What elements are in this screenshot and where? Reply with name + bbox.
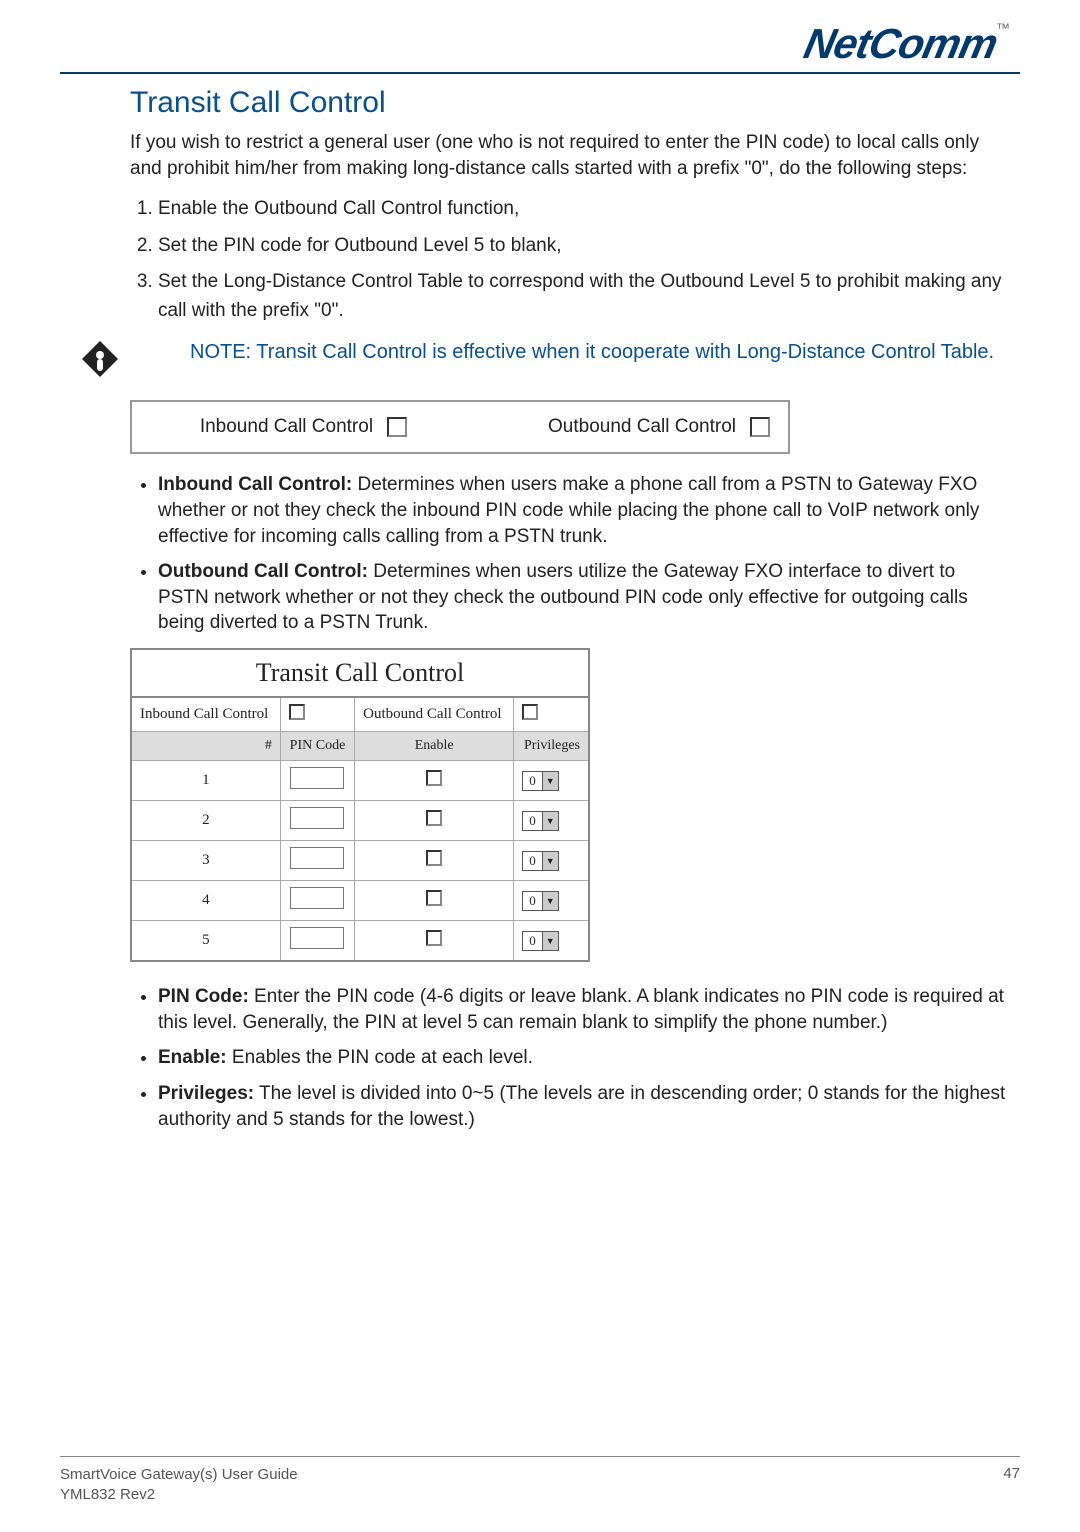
enable-checkbox[interactable]: [355, 881, 514, 921]
chevron-down-icon: ▼: [542, 892, 558, 910]
privileges-select[interactable]: 0▼: [514, 841, 589, 881]
pin-code-input[interactable]: [280, 921, 354, 962]
footer-doc-title: SmartVoice Gateway(s) User Guide: [60, 1465, 298, 1485]
privileges-select[interactable]: 0▼: [514, 881, 589, 921]
pin-code-input[interactable]: [280, 841, 354, 881]
transit-call-control-table-figure: Transit Call Control Inbound Call Contro…: [130, 648, 590, 962]
definition: Enables the PIN code at each level.: [227, 1047, 533, 1068]
enable-checkbox[interactable]: [355, 921, 514, 962]
page-footer: SmartVoice Gateway(s) User Guide YML832 …: [60, 1456, 1020, 1504]
enable-checkbox[interactable]: [355, 761, 514, 801]
term: PIN Code:: [158, 986, 249, 1007]
term: Outbound Call Control:: [158, 561, 368, 582]
row-number: 2: [131, 801, 280, 841]
brand-logo: NetComm: [800, 20, 1002, 68]
table-caption: Transit Call Control: [130, 648, 590, 696]
privileges-select[interactable]: 0▼: [514, 921, 589, 962]
enable-checkbox[interactable]: [355, 801, 514, 841]
col-header-enable: Enable: [355, 732, 514, 761]
header-divider: [60, 72, 1020, 74]
row-number: 4: [131, 881, 280, 921]
inbound-call-control-checkbox[interactable]: [381, 402, 425, 452]
list-item: Privileges: The level is divided into 0~…: [158, 1081, 1010, 1132]
list-item: PIN Code: Enter the PIN code (4-6 digits…: [158, 984, 1010, 1035]
row-number: 3: [131, 841, 280, 881]
page-number: 47: [1003, 1465, 1020, 1504]
list-item: Inbound Call Control: Determines when us…: [158, 472, 1010, 549]
step-item: Enable the Outbound Call Control functio…: [158, 195, 1010, 224]
definition: Enter the PIN code (4-6 digits or leave …: [158, 986, 1004, 1033]
warning-icon: [80, 339, 130, 384]
footer-doc-rev: YML832 Rev2: [60, 1485, 298, 1505]
step-item: Set the Long-Distance Control Table to c…: [158, 268, 1010, 325]
chevron-down-icon: ▼: [542, 772, 558, 790]
inbound-control-cell-checkbox[interactable]: [280, 697, 354, 732]
privileges-select[interactable]: 0▼: [514, 761, 589, 801]
definition: The level is divided into 0~5 (The level…: [158, 1083, 1005, 1130]
chevron-down-icon: ▼: [542, 812, 558, 830]
privileges-select[interactable]: 0▼: [514, 801, 589, 841]
header-logo-row: NetComm™: [60, 20, 1020, 68]
inbound-call-control-label: Inbound Call Control: [132, 402, 381, 452]
list-item: Outbound Call Control: Determines when u…: [158, 559, 1010, 636]
term: Enable:: [158, 1047, 227, 1068]
inbound-control-cell-label: Inbound Call Control: [131, 697, 280, 732]
outbound-call-control-label: Outbound Call Control: [425, 402, 744, 452]
intro-paragraph: If you wish to restrict a general user (…: [130, 130, 1010, 181]
step-item: Set the PIN code for Outbound Level 5 to…: [158, 232, 1010, 261]
row-number: 5: [131, 921, 280, 962]
list-item: Enable: Enables the PIN code at each lev…: [158, 1045, 1010, 1071]
col-header-privileges: Privileges: [514, 732, 589, 761]
steps-list: Enable the Outbound Call Control functio…: [158, 195, 1010, 325]
definition-list-2: PIN Code: Enter the PIN code (4-6 digits…: [158, 984, 1010, 1132]
pin-code-input[interactable]: [280, 761, 354, 801]
outbound-control-cell-checkbox[interactable]: [514, 697, 589, 732]
chevron-down-icon: ▼: [542, 852, 558, 870]
definition-list-1: Inbound Call Control: Determines when us…: [158, 472, 1010, 636]
outbound-control-cell-label: Outbound Call Control: [355, 697, 514, 732]
note-block: NOTE: Transit Call Control is effective …: [130, 339, 1010, 384]
pin-code-input[interactable]: [280, 801, 354, 841]
outbound-call-control-checkbox[interactable]: [744, 402, 788, 452]
row-number: 1: [131, 761, 280, 801]
enable-checkbox[interactable]: [355, 841, 514, 881]
term: Privileges:: [158, 1083, 254, 1104]
call-control-toggle-figure: Inbound Call Control Outbound Call Contr…: [130, 400, 790, 454]
pin-code-input[interactable]: [280, 881, 354, 921]
col-header-pin: PIN Code: [280, 732, 354, 761]
note-text: NOTE: Transit Call Control is effective …: [130, 339, 994, 366]
chevron-down-icon: ▼: [542, 932, 558, 950]
section-title: Transit Call Control: [130, 86, 1010, 120]
col-header-num: #: [131, 732, 280, 761]
term: Inbound Call Control:: [158, 474, 352, 495]
